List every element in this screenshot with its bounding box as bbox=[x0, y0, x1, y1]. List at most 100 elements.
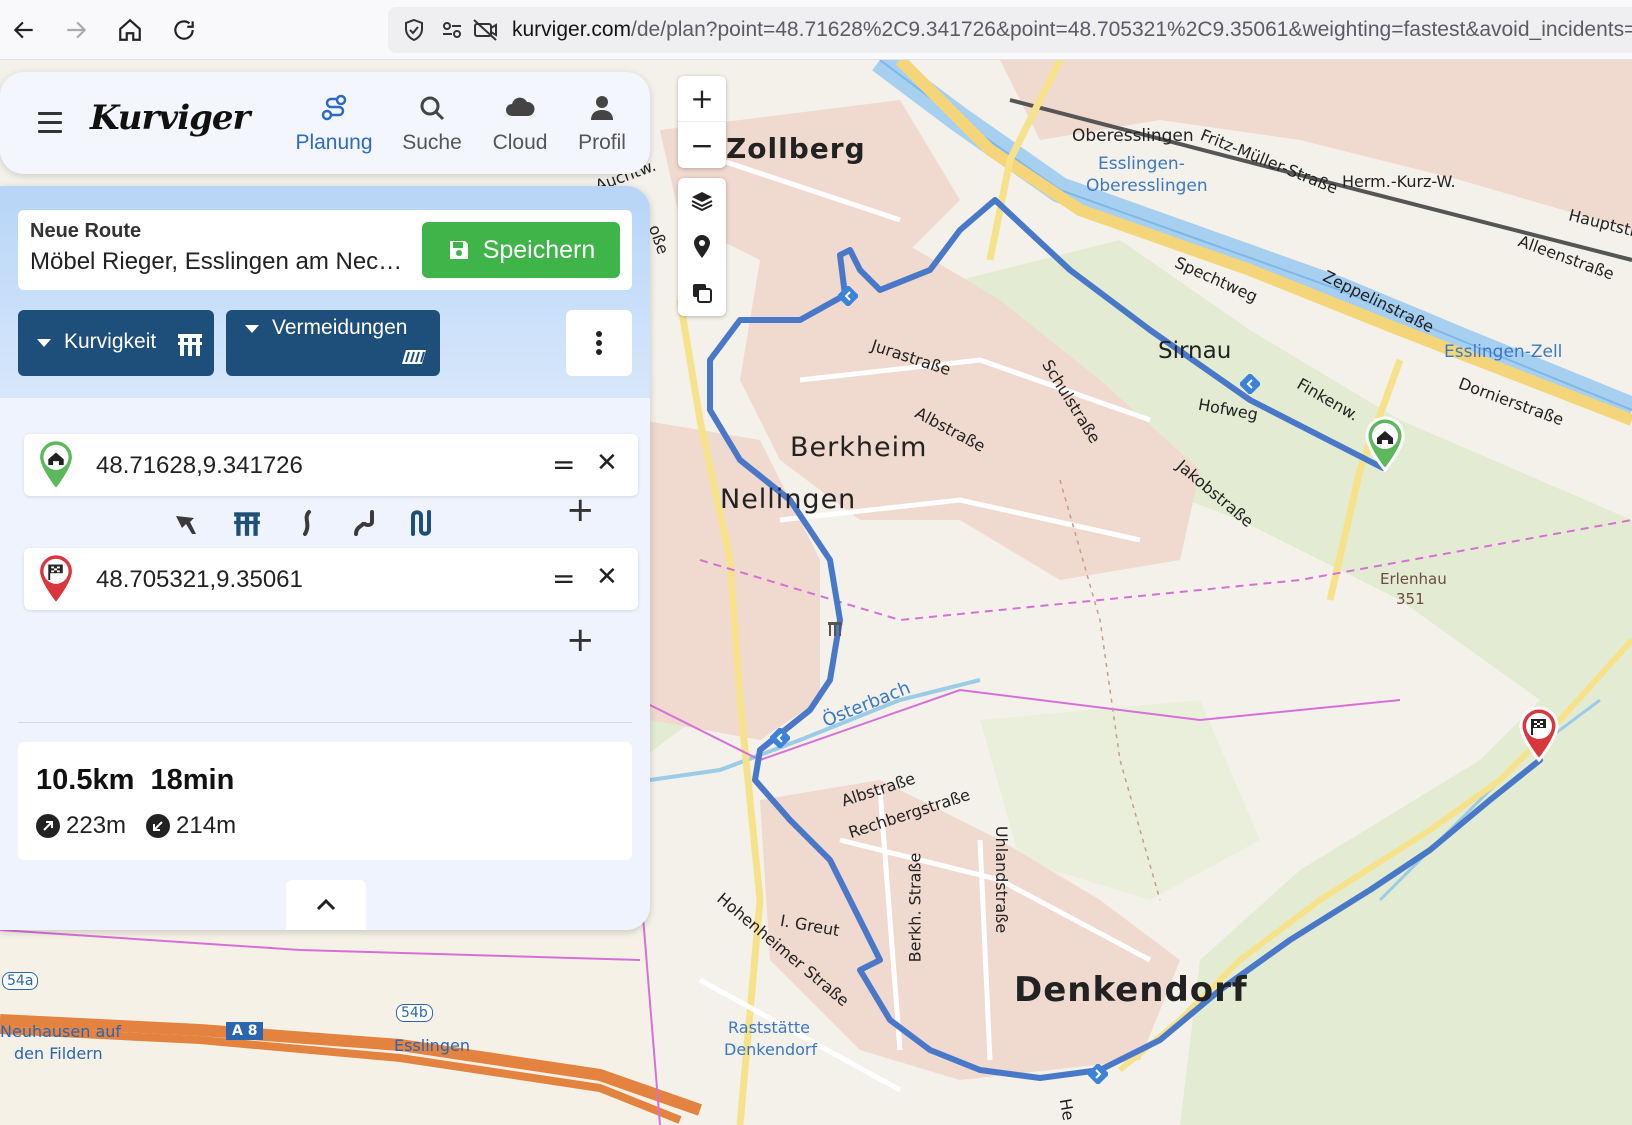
waypoint-start[interactable]: 48.71628,9.341726 = ✕ bbox=[24, 434, 638, 496]
label-erlenhau-height: 351 bbox=[1396, 590, 1425, 608]
app-logo[interactable]: Kurviger bbox=[90, 98, 250, 138]
curviness-label: Kurvigkeit bbox=[64, 330, 157, 353]
label-berkh: Berkh. Straße bbox=[905, 852, 925, 963]
shield-icon bbox=[405, 18, 423, 42]
permissions-icon[interactable] bbox=[440, 18, 464, 42]
remove-waypoint-icon[interactable]: ✕ bbox=[596, 562, 618, 592]
label-erlenhau: Erlenhau bbox=[1380, 570, 1447, 588]
browser-toolbar: kurviger.com/de/plan?point=48.71628%2C9.… bbox=[0, 0, 1632, 60]
divider bbox=[18, 722, 632, 723]
more-vertical-icon bbox=[596, 331, 602, 355]
label-esslingen-ob1: Esslingen- bbox=[1098, 154, 1185, 174]
camera-blocked-icon[interactable] bbox=[472, 18, 498, 42]
url-text: kurviger.com/de/plan?point=48.71628%2C9.… bbox=[512, 18, 1632, 42]
planning-panel: Neue Route Möbel Rieger, Esslingen am Ne… bbox=[0, 186, 650, 930]
road-type-motorway-icon[interactable] bbox=[232, 508, 262, 543]
overlay-button[interactable] bbox=[678, 270, 726, 316]
label-sirnau: Sirnau bbox=[1158, 338, 1232, 364]
route-stats: 10.5km 18min 223m 214m bbox=[18, 742, 632, 860]
finish-pin-icon bbox=[37, 552, 75, 606]
chevron-up-icon bbox=[316, 899, 336, 911]
label-neuhausen1: Neuhausen auf bbox=[0, 1022, 122, 1041]
curviness-dropdown[interactable]: Kurvigkeit bbox=[18, 310, 214, 376]
reload-icon[interactable] bbox=[166, 12, 202, 48]
label-raststaette1: Raststätte bbox=[728, 1018, 810, 1037]
zoom-in-button[interactable]: + bbox=[678, 76, 726, 122]
user-icon bbox=[591, 96, 613, 120]
cloud-icon bbox=[506, 97, 535, 116]
route-name-card[interactable]: Neue Route Möbel Rieger, Esslingen am Ne… bbox=[18, 210, 632, 290]
remove-waypoint-icon[interactable]: ✕ bbox=[596, 448, 618, 478]
label-54a: 54a bbox=[2, 972, 39, 990]
label-neuhausen2: den Fildern bbox=[14, 1044, 103, 1063]
nav-planung[interactable]: Planung bbox=[286, 94, 382, 155]
drag-handle-icon[interactable]: = bbox=[552, 448, 575, 481]
road-type-extra-curvy-icon[interactable] bbox=[350, 508, 380, 543]
route-summary: 10.5km 18min bbox=[36, 764, 234, 797]
label-he: He bbox=[1055, 1097, 1079, 1122]
route-distance: 10.5km bbox=[36, 764, 135, 796]
home-icon[interactable] bbox=[112, 12, 148, 48]
url-path: /de/plan?point=48.71628%2C9.341726&point… bbox=[631, 18, 1632, 41]
motorway-icon bbox=[178, 334, 202, 356]
add-destination-button[interactable]: + bbox=[566, 620, 595, 660]
drag-handle-icon[interactable]: = bbox=[552, 562, 575, 595]
app-header: Kurviger Planung Suche Cloud Profil bbox=[0, 72, 650, 174]
ascent-icon bbox=[36, 814, 60, 838]
route-header: Neue Route Möbel Rieger, Esslingen am Ne… bbox=[0, 186, 650, 398]
label-nellingen: Nellingen bbox=[720, 484, 857, 515]
route-title: Neue Route bbox=[30, 220, 142, 242]
avoid-dropdown[interactable]: Vermeidungen bbox=[226, 310, 440, 376]
save-label: Speichern bbox=[482, 235, 596, 264]
label-esslingen-zell: Esslingen-Zell bbox=[1444, 342, 1563, 362]
collapse-panel-button[interactable] bbox=[286, 880, 366, 930]
nav-suche-label: Suche bbox=[402, 131, 462, 154]
label-esslingen-ob2: Oberesslingen bbox=[1086, 176, 1208, 196]
route-name[interactable]: Möbel Rieger, Esslingen am Neckar bbox=[30, 248, 410, 276]
label-berkheim: Berkheim bbox=[790, 432, 928, 463]
save-button[interactable]: Speichern bbox=[422, 222, 620, 278]
location-pin-icon bbox=[694, 235, 710, 258]
label-esslingen-exit: Esslingen bbox=[394, 1036, 470, 1055]
zoom-controls: + − bbox=[678, 76, 726, 168]
avoid-label: Vermeidungen bbox=[272, 316, 408, 339]
road-type-direct-icon[interactable] bbox=[172, 508, 202, 543]
menu-icon[interactable] bbox=[38, 112, 62, 139]
back-icon[interactable] bbox=[6, 12, 42, 48]
label-denkendorf: Denkendorf bbox=[1014, 970, 1248, 1010]
ascent-value: 223m bbox=[66, 812, 127, 839]
nav-planung-label: Planung bbox=[295, 131, 373, 154]
waypoint-finish-coords[interactable]: 48.705321,9.35061 bbox=[96, 566, 303, 594]
road-type-super-curvy-icon[interactable] bbox=[408, 508, 438, 543]
zoom-out-button[interactable]: − bbox=[678, 122, 726, 168]
layers-button[interactable] bbox=[678, 178, 726, 224]
overlay-icon bbox=[693, 284, 712, 303]
label-oberesslingen: Oberesslingen bbox=[1072, 126, 1194, 146]
more-options-button[interactable] bbox=[566, 310, 632, 376]
caret-down-icon bbox=[37, 339, 51, 347]
forward-icon[interactable] bbox=[58, 12, 94, 48]
label-uhland: Uhlandstraße bbox=[992, 825, 1012, 934]
waypoint-finish[interactable]: 48.705321,9.35061 = ✕ bbox=[24, 548, 638, 610]
caret-down-icon bbox=[245, 325, 259, 333]
label-raststaette2: Denkendorf bbox=[724, 1040, 818, 1059]
road-type-curvy-icon[interactable] bbox=[292, 508, 322, 543]
add-waypoint-button[interactable]: + bbox=[566, 490, 595, 530]
search-icon bbox=[420, 96, 445, 121]
toll-road-icon bbox=[402, 350, 426, 364]
label-herm: Herm.-Kurz-W. bbox=[1342, 172, 1456, 191]
locate-button[interactable] bbox=[678, 224, 726, 270]
label-54b: 54b bbox=[396, 1004, 433, 1022]
layers-icon bbox=[691, 192, 713, 212]
route-duration: 18min bbox=[150, 764, 235, 796]
descent-value: 214m bbox=[176, 812, 237, 839]
elevation-summary: 223m 214m bbox=[36, 812, 236, 840]
waypoint-start-coords[interactable]: 48.71628,9.341726 bbox=[96, 452, 303, 480]
nav-profil-label: Profil bbox=[578, 131, 626, 154]
nav-suche[interactable]: Suche bbox=[384, 94, 480, 155]
save-icon bbox=[449, 241, 468, 259]
url-host: kurviger.com bbox=[512, 18, 632, 41]
nav-profil[interactable]: Profil bbox=[554, 94, 650, 155]
label-zollberg: Zollberg bbox=[726, 132, 866, 165]
route-icon bbox=[321, 94, 347, 121]
